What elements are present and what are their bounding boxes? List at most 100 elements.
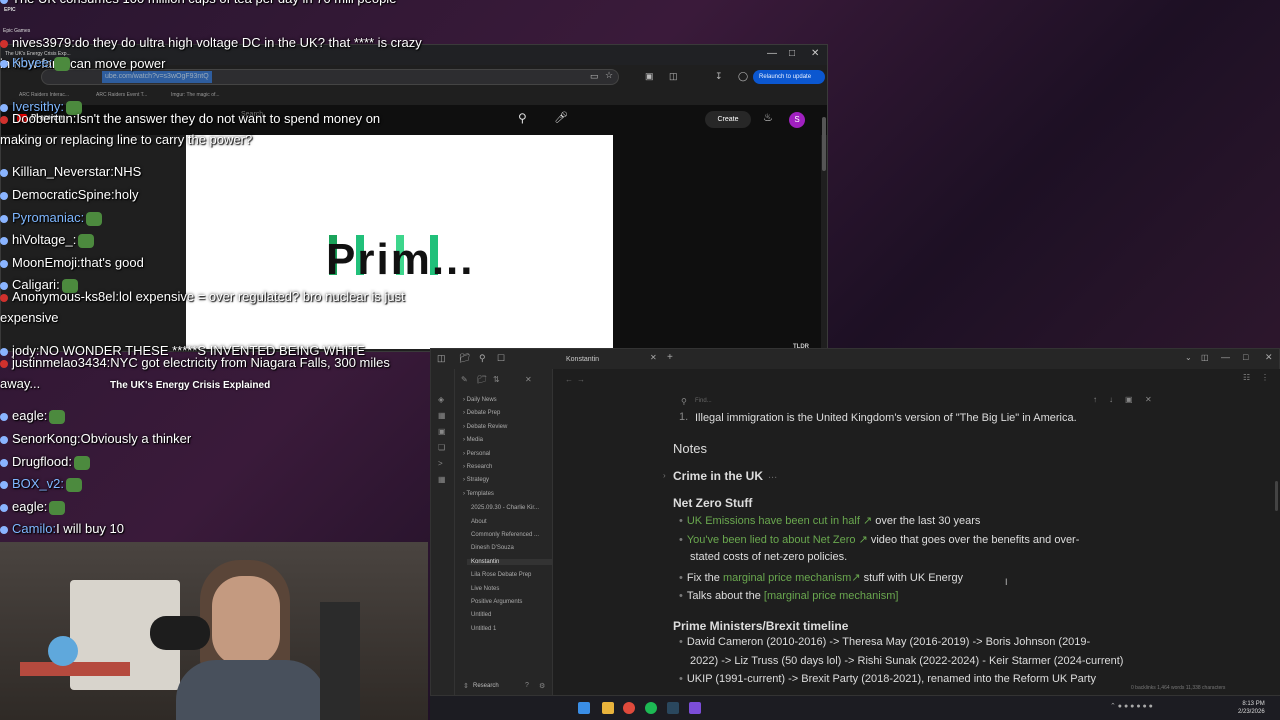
terminal-icon[interactable]: > [438, 459, 443, 468]
folder-item[interactable]: › Research [463, 464, 492, 470]
chat-username[interactable]: Camilo: [12, 521, 56, 536]
close-tab-icon[interactable]: ✕ [650, 353, 657, 362]
bookmark-icon[interactable]: ☐ [497, 353, 505, 364]
link[interactable]: marginal price mechanism [723, 572, 851, 584]
chat-username[interactable]: DemocraticSpine: [12, 187, 115, 202]
profile-icon[interactable]: ◯ [738, 71, 748, 82]
copy-icon[interactable]: ❏ [438, 443, 445, 452]
file-item[interactable]: Dinesh D'Souza [471, 545, 514, 551]
close-icon[interactable]: ✕ [811, 48, 819, 59]
folder-item[interactable]: › Media [463, 437, 483, 443]
avatar[interactable]: S [789, 112, 805, 128]
folder-item[interactable]: › Debate Prep [463, 410, 500, 416]
chat-username[interactable]: SenorKong: [12, 431, 81, 446]
relaunch-button[interactable]: Relaunch to update [753, 70, 825, 84]
more-options-icon[interactable]: ⋮ [1261, 373, 1269, 382]
tab-konstantin[interactable]: Konstantin [561, 351, 661, 369]
chat-username[interactable]: hiVoltage_: [12, 232, 76, 247]
vault-name[interactable]: Research [473, 683, 499, 689]
heading-crime[interactable]: Crime in the UK [673, 469, 763, 483]
clock[interactable]: 8:13 PM 2/23/2026 [1238, 700, 1265, 716]
folder-item[interactable]: › Templates [463, 491, 494, 497]
sort-icon[interactable]: ⇅ [493, 375, 500, 384]
close-icon[interactable]: ✕ [1265, 352, 1273, 363]
download-icon[interactable]: ↧ [715, 71, 723, 82]
file-item[interactable]: About [471, 519, 487, 525]
file-item[interactable]: Live Notes [471, 586, 499, 592]
scrollbar[interactable] [822, 117, 826, 171]
search-icon[interactable]: ⚲ [479, 353, 486, 364]
cast-icon[interactable]: ▭ [590, 71, 599, 82]
chat-username[interactable]: Anonymous-ks8el: [12, 289, 119, 304]
graph-icon[interactable]: ◈ [438, 395, 444, 404]
chat-username[interactable]: nives3979: [12, 35, 75, 50]
create-button[interactable]: Create [705, 111, 751, 128]
folder-icon[interactable]: 📁︎ [459, 353, 470, 364]
arrow-down-icon[interactable]: ↓ [1109, 395, 1113, 404]
find-input[interactable]: Find... [695, 398, 712, 404]
obsidian-icon[interactable] [689, 702, 701, 714]
steam-icon[interactable] [667, 702, 679, 714]
chat-username[interactable]: Drugflood: [12, 454, 72, 469]
file-item[interactable]: 2025.09.30 - Charlie Kir... [471, 505, 539, 511]
file-item[interactable]: Untitled 1 [471, 626, 496, 632]
chat-username[interactable]: Doobertun: [12, 111, 76, 126]
chat-username[interactable]: BOX_v2: [12, 476, 64, 491]
sidebar-icon[interactable]: ◫ [669, 71, 678, 82]
grid-icon[interactable]: ▦ [438, 475, 446, 484]
settings-gear-icon[interactable]: ⚙ [539, 682, 545, 690]
new-folder-icon[interactable]: 📁︎ [477, 375, 487, 384]
folder-item[interactable]: › Strategy [463, 477, 489, 483]
spotify-icon[interactable] [645, 702, 657, 714]
folder-item[interactable]: › Debate Review [463, 424, 507, 430]
file-item[interactable]: Untitled [471, 612, 491, 618]
select-all-icon[interactable]: ▣ [1125, 395, 1133, 404]
new-tab-icon[interactable]: + [667, 352, 673, 363]
star-icon[interactable]: ☆ [605, 70, 613, 81]
file-explorer-icon[interactable] [602, 702, 614, 714]
link[interactable]: UK Emissions have been cut in half [687, 515, 860, 527]
maximize-icon[interactable]: □ [789, 48, 795, 59]
split-icon[interactable]: ◫ [1201, 353, 1209, 362]
arrow-up-icon[interactable]: ↑ [1093, 395, 1097, 404]
chat-username[interactable]: Kbyee: [12, 55, 52, 70]
windows-start-icon[interactable] [578, 702, 590, 714]
folder-item[interactable]: › Daily News [463, 397, 497, 403]
maximize-icon[interactable]: □ [1243, 352, 1248, 362]
tray-icons[interactable]: ⌃ ● ● ● ● ● ● [1110, 702, 1153, 710]
chat-username[interactable]: MoonEmoji: [12, 255, 81, 270]
search-icon[interactable]: ⚲ [518, 111, 527, 125]
file-item[interactable]: Commonly Referenced ... [471, 532, 539, 538]
minimize-icon[interactable]: — [767, 48, 777, 59]
scrollbar[interactable] [1275, 481, 1278, 511]
file-item[interactable]: Lila Rose Debate Prep [471, 572, 531, 578]
file-item[interactable]: Positive Arguments [471, 599, 522, 605]
chat-username[interactable]: eagle: [12, 408, 47, 423]
chrome-icon[interactable] [623, 702, 635, 714]
chat-username[interactable]: justinmelao3434: [12, 355, 110, 370]
link[interactable]: You've been lied to about Net Zero [687, 534, 856, 546]
minimize-icon[interactable]: — [1221, 352, 1230, 362]
new-note-icon[interactable]: ✎ [461, 375, 468, 384]
back-icon[interactable]: ← [565, 375, 573, 384]
file-item[interactable]: Konstantin [467, 558, 553, 565]
chat-username[interactable]: Pyromaniac: [12, 210, 84, 225]
calendar-icon[interactable]: ▦ [438, 411, 446, 420]
microphone-icon[interactable]: 🎤︎ [554, 111, 568, 124]
forward-icon[interactable]: → [577, 375, 585, 384]
sidebar-toggle-icon[interactable]: ◫ [437, 353, 446, 364]
chevron-down-icon[interactable]: ⌄ [1185, 353, 1192, 362]
collapse-icon[interactable]: ✕ [525, 375, 532, 384]
close-find-icon[interactable]: ✕ [1145, 395, 1152, 404]
chevron-right-icon[interactable]: › [663, 471, 666, 480]
chat-username[interactable]: Killian_Neverstar: [12, 164, 114, 179]
chat-username[interactable]: eagle: [12, 499, 47, 514]
canvas-icon[interactable]: ▣ [438, 427, 446, 436]
reading-view-icon[interactable]: ☷ [1243, 373, 1250, 382]
link[interactable]: [marginal price mechanism] [764, 590, 899, 602]
folder-item[interactable]: › Personal [463, 451, 490, 457]
vault-switch-icon[interactable]: ⇕ [463, 682, 469, 690]
help-icon[interactable]: ? [525, 682, 529, 689]
notifications-bell-icon[interactable]: ♨ [763, 111, 773, 124]
extensions-icon[interactable]: ▣ [645, 71, 654, 82]
